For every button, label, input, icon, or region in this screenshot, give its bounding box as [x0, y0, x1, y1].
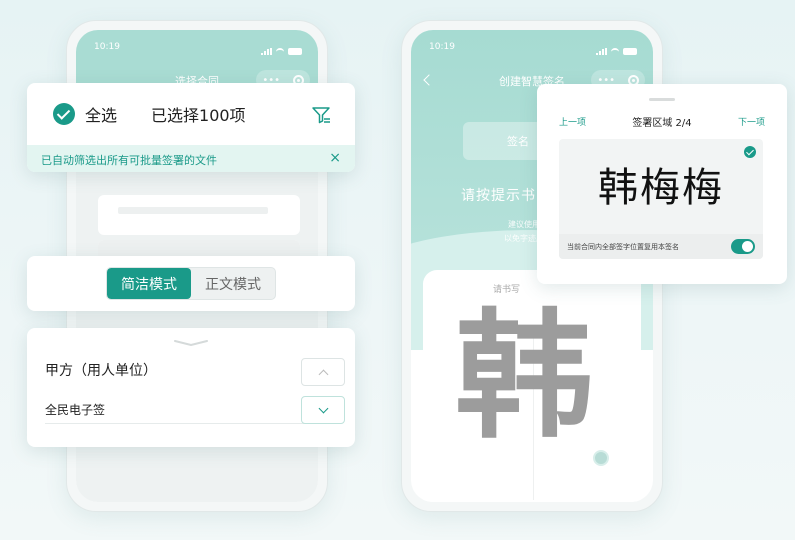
party-a-underline: [45, 423, 305, 424]
ghost-line: [118, 207, 268, 214]
party-a-value[interactable]: 全民电子签: [45, 401, 105, 418]
status-bar: 10:19: [76, 30, 318, 60]
writing-pad[interactable]: 请书写 韩: [423, 270, 641, 502]
select-all-label[interactable]: 全选: [85, 102, 117, 126]
selected-count: 已选择100项: [151, 106, 246, 125]
close-icon[interactable]: ×: [329, 150, 341, 166]
wifi-icon: [276, 48, 284, 54]
status-time: 10:19: [429, 42, 455, 52]
sheet-grabber[interactable]: [649, 98, 675, 101]
check-circle-icon[interactable]: [53, 103, 75, 125]
reuse-signature-row: 当前合同内全部签字位置复用本签名: [559, 234, 763, 259]
filter-icon[interactable]: [311, 105, 331, 125]
next-field-button[interactable]: [301, 396, 345, 424]
party-a-card: 甲方（用人单位） 全民电子签: [27, 328, 355, 447]
next-area-link[interactable]: 下一项: [738, 115, 765, 128]
notice-text: 已自动筛选出所有可批量签署的文件: [41, 154, 217, 167]
reuse-label: 当前合同内全部签字位置复用本签名: [567, 243, 679, 251]
battery-icon: [623, 47, 637, 55]
select-row: 全选 已选择100项: [27, 83, 355, 145]
status-icons: [261, 42, 302, 60]
auto-filter-notice: 已自动筛选出所有可批量签署的文件 ×: [27, 145, 355, 172]
simple-mode-button[interactable]: 简洁模式: [107, 268, 191, 299]
wifi-icon: [611, 48, 619, 54]
chevron-grabber-icon[interactable]: [173, 340, 209, 346]
previous-field-button[interactable]: [301, 358, 345, 386]
handwritten-character: 韩: [455, 296, 594, 457]
signal-icon: [261, 47, 272, 55]
left-phone-body: [76, 140, 318, 502]
reuse-toggle-switch[interactable]: [731, 239, 755, 254]
chevron-up-icon: [318, 369, 328, 379]
check-icon: [744, 146, 756, 158]
pen-cursor-icon: [593, 450, 609, 466]
chevron-down-icon: [318, 403, 328, 413]
signal-icon: [596, 47, 607, 55]
select-all-card: 全选 已选择100项 已自动筛选出所有可批量签署的文件 ×: [27, 83, 355, 172]
status-time: 10:19: [94, 42, 120, 52]
battery-icon: [288, 47, 302, 55]
party-a-label: 甲方（用人单位）: [45, 363, 157, 379]
signature-preview[interactable]: 韩梅梅 当前合同内全部签字位置复用本签名: [559, 139, 763, 259]
mode-switch-card: 简洁模式 正文模式: [27, 256, 355, 311]
ghost-line: [98, 240, 300, 256]
text-mode-button[interactable]: 正文模式: [191, 268, 275, 299]
signature-text: 韩梅梅: [598, 165, 724, 211]
status-bar: 10:19: [411, 30, 653, 60]
ghost-contract-card: [98, 195, 300, 235]
write-hint: 请书写: [493, 285, 521, 295]
sign-area-card: 上一项 签署区域 2/4 下一项 韩梅梅 当前合同内全部签字位置复用本签名: [537, 84, 787, 284]
mode-toggle: 简洁模式 正文模式: [106, 267, 276, 300]
status-icons: [596, 42, 637, 60]
